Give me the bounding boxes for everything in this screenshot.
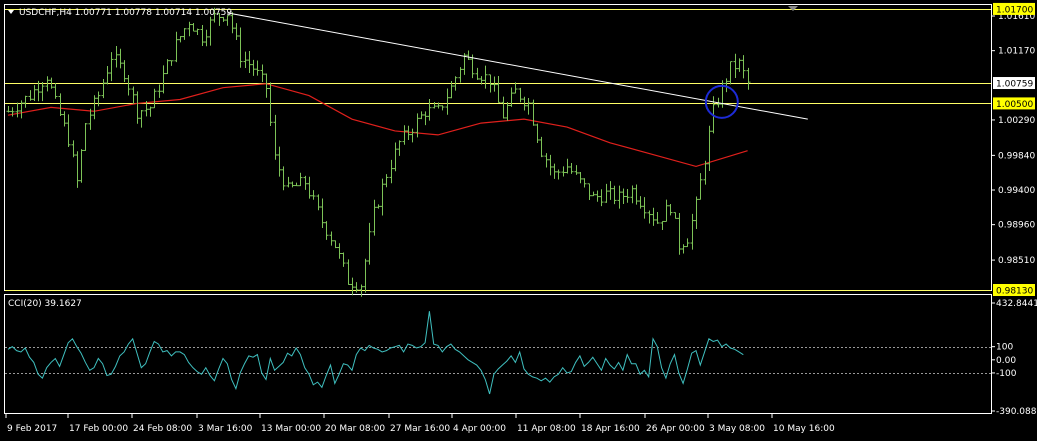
price-tick-label: 1.01170 [998, 47, 1035, 57]
price-tick-label: 0.99400 [998, 186, 1035, 196]
time-tick-label: 11 Apr 08:00 [517, 424, 576, 434]
cci-tick-label: -390.0889 [996, 407, 1037, 417]
time-tick-label: 18 Apr 16:00 [581, 424, 640, 434]
cci-tick-label: 100 [996, 343, 1013, 353]
cci-tick-label: 0.00 [996, 356, 1016, 366]
price-label-tag: 1.00759 [993, 77, 1035, 90]
time-tick-label: 13 Mar 00:00 [261, 424, 321, 434]
cci-tick-label: -100 [996, 369, 1017, 379]
time-tick-label: 3 Mar 16:00 [198, 424, 253, 434]
time-tick-label: 9 Feb 2017 [7, 424, 57, 434]
time-tick-label: 4 Apr 00:00 [453, 424, 506, 434]
time-tick-label: 27 Mar 16:00 [390, 424, 450, 434]
time-tick-label: 20 Mar 08:00 [325, 424, 385, 434]
time-tick-label: 24 Feb 08:00 [133, 424, 192, 434]
symbol-header: USDCHF,H4 1.00771 1.00778 1.00714 1.0075… [19, 8, 232, 18]
price-label-tag: 1.01700 [993, 2, 1035, 15]
price-tag-text: 1.00500 [996, 100, 1033, 110]
time-tick-label: 26 Apr 00:00 [646, 424, 705, 434]
cci-tick-label: 432.8441 [996, 299, 1037, 309]
time-tick-label: 3 May 08:00 [709, 424, 765, 434]
price-tick-label: 0.99840 [998, 151, 1035, 161]
time-tick-label: 17 Feb 00:00 [69, 424, 128, 434]
cci-label: CCI(20) 39.1627 [8, 299, 82, 309]
price-label-tag: 1.00500 [993, 97, 1035, 110]
chart-canvas: 1.016101.011701.002900.998400.994000.989… [0, 0, 1037, 441]
price-tag-text: 1.01700 [996, 5, 1033, 15]
price-tick-label: 1.00290 [998, 116, 1035, 126]
price-tick-label: 0.98960 [998, 221, 1035, 231]
price-label-tag: 0.98130 [993, 284, 1035, 297]
price-tag-text: 0.98130 [996, 287, 1033, 297]
price-tick-label: 0.98510 [998, 256, 1035, 266]
price-tag-text: 1.00759 [996, 80, 1033, 90]
time-tick-label: 10 May 16:00 [773, 424, 835, 434]
